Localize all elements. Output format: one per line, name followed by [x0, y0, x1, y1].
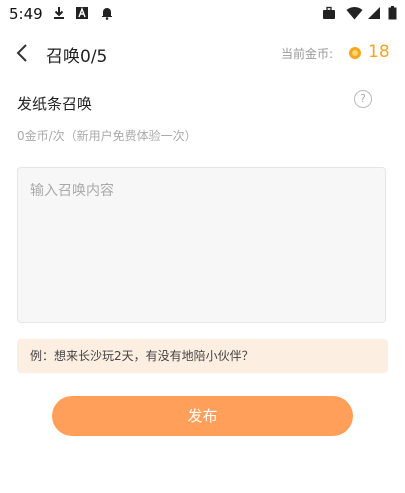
back-arrow-icon[interactable] [14, 42, 32, 64]
signal-icon [367, 6, 381, 20]
coin-icon [349, 47, 361, 59]
wifi-icon [346, 6, 363, 20]
example-hint: 例：想来长沙玩2天，有没有地陪小伙伴？ [17, 339, 388, 373]
help-icon[interactable]: ? [354, 90, 372, 108]
status-time: 5:49 [9, 5, 43, 23]
coin-balance-value: 18 [368, 42, 390, 62]
summon-content-input[interactable] [17, 167, 386, 323]
battery-icon [388, 6, 397, 20]
section-title: 发纸条召唤 [17, 95, 93, 113]
a-badge-icon [75, 6, 89, 20]
publish-button[interactable]: 发布 [52, 396, 353, 436]
price-note: 0金币/次（新用户免费体验一次） [17, 129, 197, 143]
coin-balance-label: 当前金币: [281, 47, 334, 61]
page-title: 召唤0/5 [46, 47, 108, 67]
notification-bell-icon [100, 6, 114, 20]
briefcase-icon [322, 6, 336, 20]
download-icon [52, 6, 66, 20]
